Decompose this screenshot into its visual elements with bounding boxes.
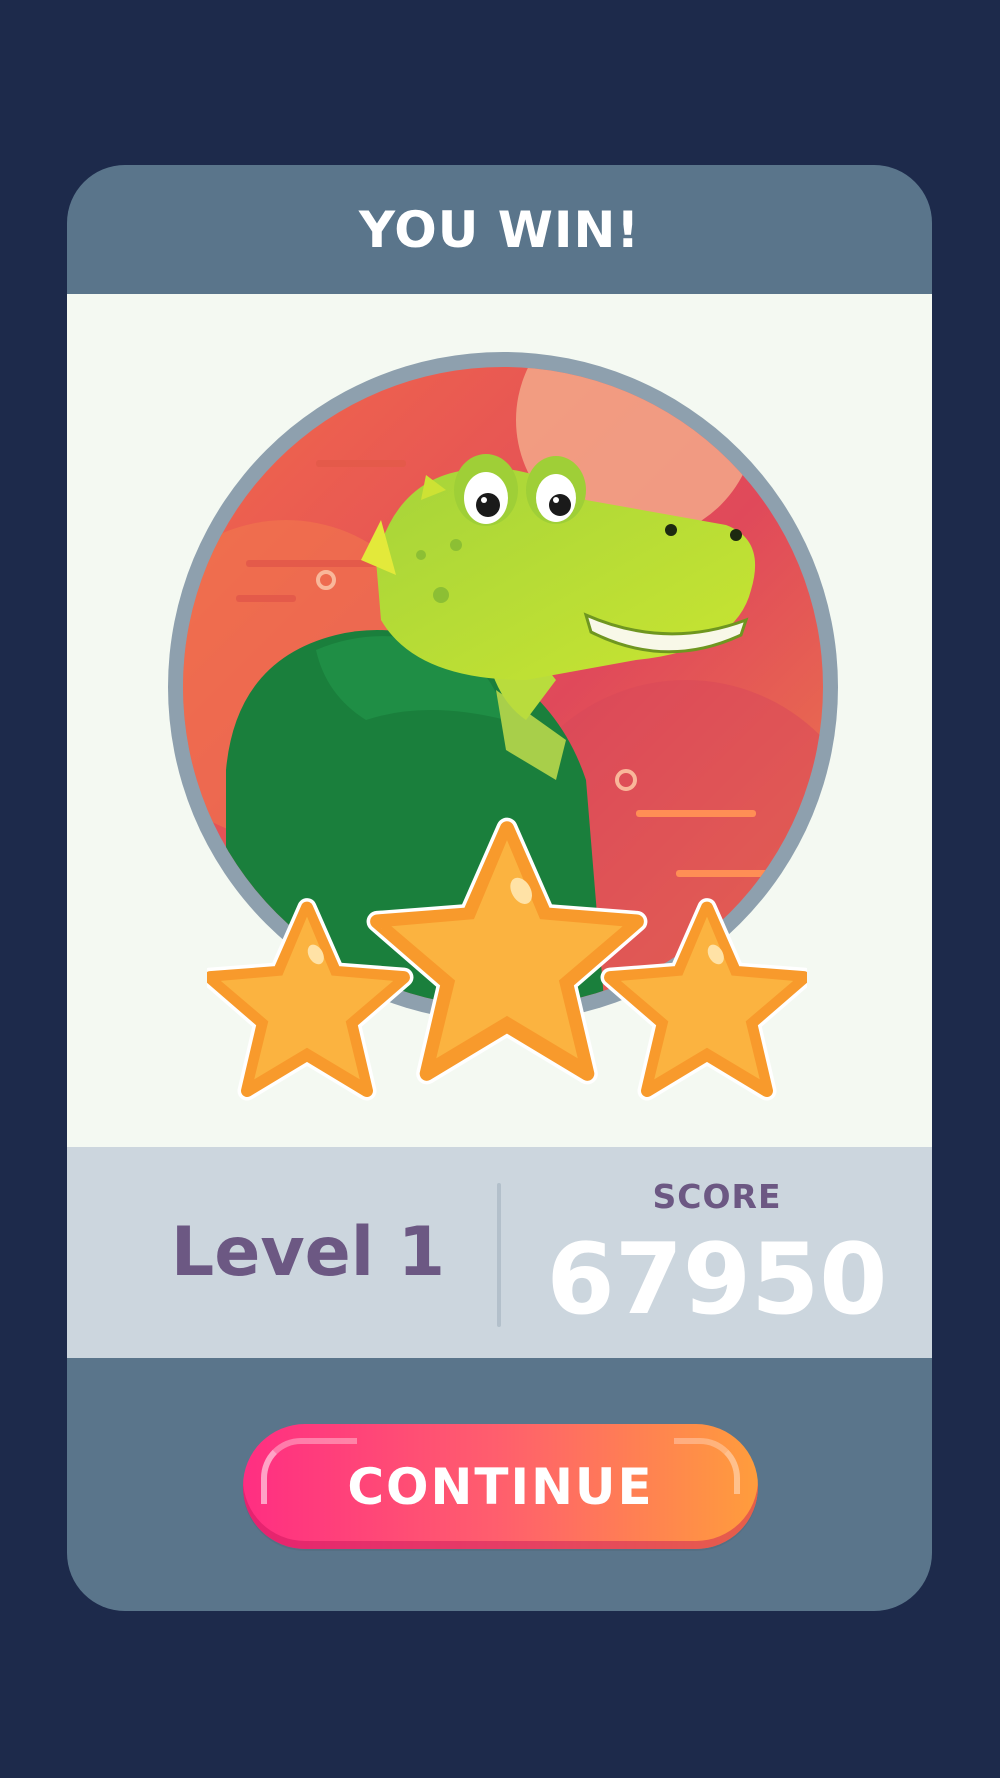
continue-button[interactable]: CONTINUE: [243, 1424, 758, 1549]
star-icon: [600, 898, 807, 1101]
result-panel: Level 1 SCORE 67950: [67, 1147, 932, 1358]
rating-stars: [207, 817, 807, 1101]
divider: [497, 1183, 501, 1327]
level-label: Level 1: [170, 1213, 446, 1292]
button-highlight: [261, 1438, 357, 1504]
score-label: SCORE: [652, 1177, 782, 1216]
score-value: 67950: [546, 1223, 888, 1337]
continue-label: CONTINUE: [347, 1457, 654, 1516]
reward-area: [67, 294, 932, 1147]
win-dialog: YOU WIN! Level 1 SCORE 67950 CONTINUE: [67, 165, 932, 1611]
dialog-title: YOU WIN!: [358, 200, 641, 259]
button-highlight: [674, 1438, 740, 1494]
star-icon: [207, 898, 414, 1101]
star-icon: [366, 817, 648, 1085]
